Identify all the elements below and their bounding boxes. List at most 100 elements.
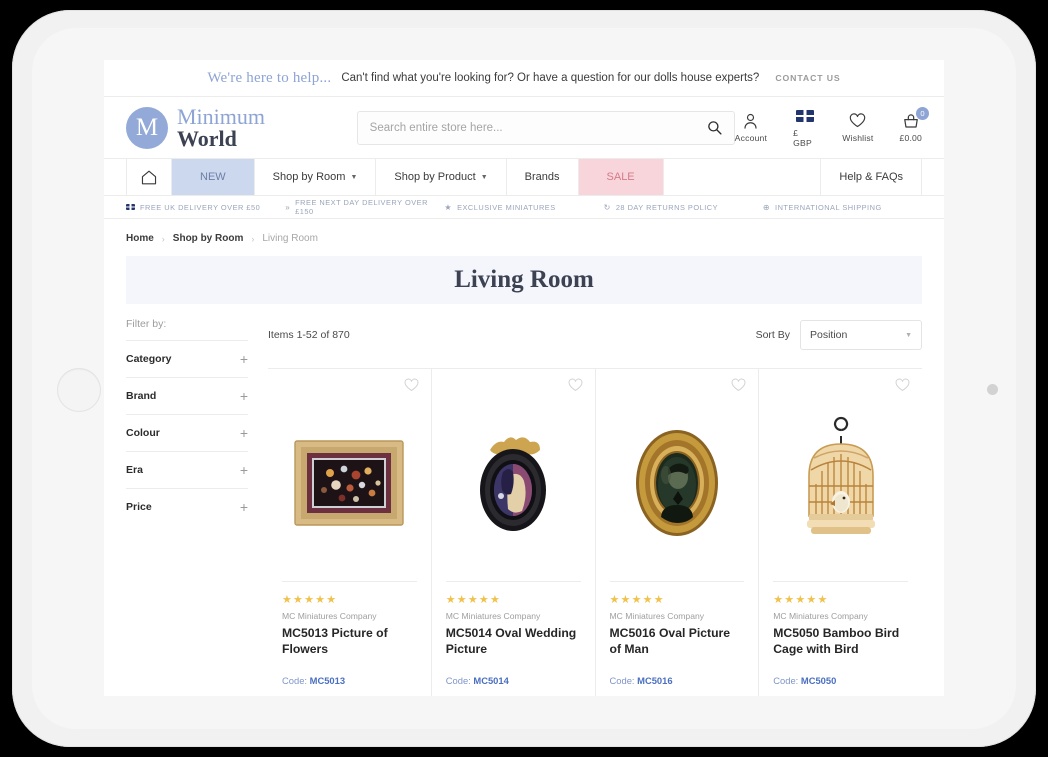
usp-label: FREE NEXT DAY DELIVERY OVER £150 xyxy=(295,198,428,216)
heart-outline-icon[interactable] xyxy=(895,378,910,393)
nav-label-new: NEW xyxy=(200,171,226,183)
logo-monogram-icon: M xyxy=(126,106,168,149)
usp-label: INTERNATIONAL SHIPPING xyxy=(775,202,882,212)
chevron-down-icon: ▼ xyxy=(480,173,488,181)
product-name[interactable]: MC5016 Oval Picture of Man xyxy=(610,625,745,657)
product-code-value: MC5016 xyxy=(637,675,673,687)
nav-label-shop-by-room: Shop by Room xyxy=(272,171,346,183)
account-button[interactable]: Account xyxy=(735,112,767,143)
usp-exclusive-miniatures: ★ EXCLUSIVE MINIATURES xyxy=(444,203,603,212)
sort-by-select[interactable]: Position ▼ xyxy=(800,320,922,350)
user-icon xyxy=(743,112,758,129)
sort-controls: Sort By Position ▼ xyxy=(756,320,922,350)
content-area: Filter by: Category + Brand + Colour + E… xyxy=(104,318,944,696)
main-navigation: NEW Shop by Room ▼ Shop by Product ▼ Bra… xyxy=(104,159,944,196)
heart-outline-icon[interactable] xyxy=(404,378,419,393)
product-card[interactable]: ★★★★★ MC Miniatures Company MC5013 Pictu… xyxy=(268,369,432,696)
product-brand: MC Miniatures Company xyxy=(773,611,868,621)
nav-label-shop-by-product: Shop by Product xyxy=(394,171,476,183)
tablet-home-button[interactable] xyxy=(57,368,101,412)
plus-icon: + xyxy=(239,499,248,515)
filter-colour[interactable]: Colour + xyxy=(126,414,248,451)
product-code-value: MC5050 xyxy=(800,675,837,687)
contact-us-link[interactable]: CONTACT US xyxy=(775,73,840,83)
filter-price[interactable]: Price + xyxy=(126,488,248,525)
nav-label-sale: SALE xyxy=(606,171,635,183)
basket-total-label: £0.00 xyxy=(899,133,922,143)
filter-category[interactable]: Category + xyxy=(126,340,248,377)
product-code-label: Code: xyxy=(445,675,471,687)
product-name[interactable]: MC5050 Bamboo Bird Cage with Bird xyxy=(773,625,908,657)
chevron-down-icon: ▼ xyxy=(350,173,358,181)
product-image-framed-flower-painting[interactable] xyxy=(282,399,417,567)
filter-heading: Filter by: xyxy=(126,318,167,330)
usp-free-uk-delivery: FREE UK DELIVERY OVER £50 xyxy=(126,203,285,212)
product-meta: ★★★★★ MC Miniatures Company MC5050 Bambo… xyxy=(773,581,908,657)
filter-brand[interactable]: Brand + xyxy=(126,377,248,414)
wishlist-button[interactable]: Wishlist xyxy=(842,112,873,143)
product-card[interactable]: ★★★★★ MC Miniatures Company MC5014 Oval … xyxy=(432,369,596,696)
heart-icon xyxy=(849,112,866,129)
usp-international-shipping: ⊕ INTERNATIONAL SHIPPING xyxy=(763,203,922,212)
usp-next-day-delivery: » FREE NEXT DAY DELIVERY OVER £150 xyxy=(285,198,444,216)
product-listing: Items 1-52 of 870 Sort By Position ▼ ★★★… xyxy=(268,318,922,696)
basket-count-badge: 0 xyxy=(916,107,929,120)
nav-item-sale[interactable]: SALE xyxy=(578,159,664,195)
site-logo[interactable]: M Minimum World xyxy=(126,103,323,151)
currency-label: £ GBP xyxy=(793,128,812,148)
nav-item-shop-by-product[interactable]: Shop by Product ▼ xyxy=(376,159,507,195)
filter-sidebar: Filter by: Category + Brand + Colour + E… xyxy=(126,318,248,696)
basket-button[interactable]: 0 £0.00 xyxy=(899,107,929,143)
nav-item-new[interactable]: NEW xyxy=(172,159,255,195)
page-title-banner: Living Room xyxy=(126,256,922,304)
product-image-bamboo-bird-cage[interactable] xyxy=(773,399,908,567)
product-name[interactable]: MC5013 Picture of Flowers xyxy=(282,625,417,657)
product-meta: ★★★★★ MC Miniatures Company MC5016 Oval … xyxy=(609,581,745,657)
usp-label: FREE UK DELIVERY OVER £50 xyxy=(140,202,261,212)
usp-label: EXCLUSIVE MINIATURES xyxy=(457,202,556,212)
product-code-label: Code: xyxy=(773,675,799,687)
heart-outline-icon[interactable] xyxy=(568,378,583,393)
plus-icon: + xyxy=(239,425,248,441)
nav-item-brands[interactable]: Brands xyxy=(507,159,579,195)
header-actions: Account £ GBP Wishlist 0 £0.00 xyxy=(735,107,929,148)
home-icon xyxy=(141,170,157,185)
logo-line-two: World xyxy=(177,125,237,151)
chevron-down-icon: ▼ xyxy=(905,331,912,339)
nav-item-shop-by-room[interactable]: Shop by Room ▼ xyxy=(255,159,377,195)
plus-icon: + xyxy=(239,351,248,367)
breadcrumb-item-home[interactable]: Home xyxy=(126,233,154,244)
product-code-value: MC5013 xyxy=(309,675,346,687)
search-bar[interactable] xyxy=(356,110,735,145)
sort-by-label: Sort By xyxy=(755,329,790,341)
nav-home-button[interactable] xyxy=(126,159,172,195)
product-brand: MC Miniatures Company xyxy=(609,611,705,621)
globe-icon: ⊕ xyxy=(762,202,771,212)
search-input[interactable] xyxy=(369,121,707,134)
rating-stars: ★★★★★ xyxy=(609,594,665,606)
breadcrumb-separator-icon: › xyxy=(251,233,255,244)
search-icon[interactable] xyxy=(707,120,722,135)
product-meta: ★★★★★ MC Miniatures Company MC5014 Oval … xyxy=(445,581,581,657)
rating-stars: ★★★★★ xyxy=(773,594,829,606)
help-message: Can't find what you're looking for? Or h… xyxy=(341,72,760,84)
filter-label: Colour xyxy=(126,427,160,439)
breadcrumb-item-shop-by-room[interactable]: Shop by Room xyxy=(173,233,244,244)
product-card[interactable]: ★★★★★ MC Miniatures Company MC5016 Oval … xyxy=(596,369,760,696)
product-card[interactable]: ★★★★★ MC Miniatures Company MC5050 Bambo… xyxy=(759,369,922,696)
logo-line-one: Minimum xyxy=(177,103,266,129)
heart-outline-icon[interactable] xyxy=(731,378,746,393)
product-image-oval-man-portrait[interactable] xyxy=(610,399,745,567)
product-brand: MC Miniatures Company xyxy=(445,611,541,621)
logo-wordmark: Minimum World xyxy=(177,103,266,151)
star-icon: ★ xyxy=(444,202,453,212)
tablet-camera-icon xyxy=(987,384,998,395)
product-code: Code: MC5014 xyxy=(446,657,581,686)
product-code-label: Code: xyxy=(282,675,308,687)
filter-label: Brand xyxy=(126,390,157,402)
product-image-oval-wedding-portrait[interactable] xyxy=(446,399,581,567)
product-name[interactable]: MC5014 Oval Wedding Picture xyxy=(446,625,581,657)
nav-item-help-faqs[interactable]: Help & FAQs xyxy=(821,159,922,195)
filter-era[interactable]: Era + xyxy=(126,451,248,488)
currency-button[interactable]: £ GBP xyxy=(793,107,816,148)
